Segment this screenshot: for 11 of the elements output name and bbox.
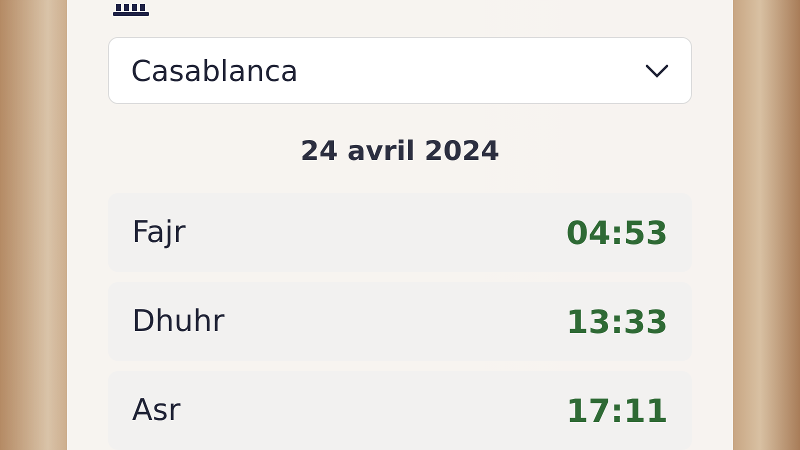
prayer-name: Asr xyxy=(132,393,180,428)
building-icon xyxy=(113,4,149,16)
prayer-name: Fajr xyxy=(132,215,186,250)
prayer-name: Dhuhr xyxy=(132,304,224,339)
prayer-time: 04:53 xyxy=(566,214,668,252)
chevron-down-icon xyxy=(645,64,669,78)
prayer-time: 17:11 xyxy=(566,392,668,430)
prayer-time: 13:33 xyxy=(566,302,668,340)
city-value: Casablanca xyxy=(131,54,298,88)
city-select[interactable]: Casablanca xyxy=(108,37,692,104)
date-label: 24 avril 2024 xyxy=(299,136,501,167)
